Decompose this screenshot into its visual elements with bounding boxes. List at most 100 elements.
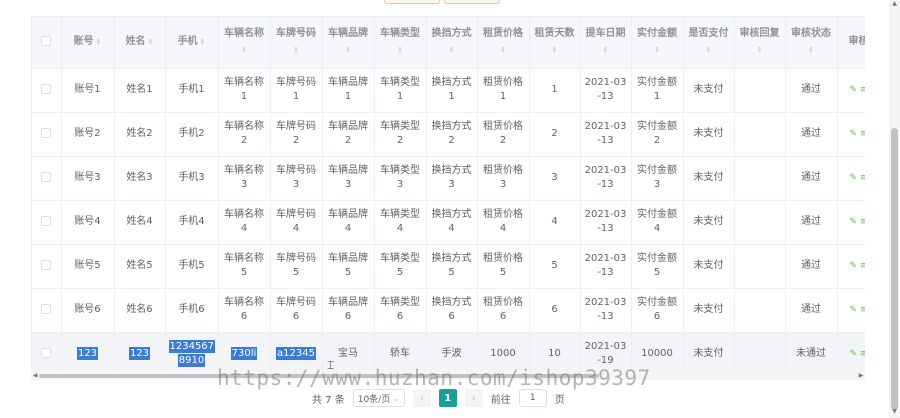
row-checkbox-cell[interactable]	[32, 68, 62, 113]
header-account[interactable]: 账号 ⇕	[61, 17, 115, 69]
cell-text-line: 换挡方式	[431, 121, 472, 132]
cell-review-op[interactable]: ✎ ≡	[837, 332, 865, 372]
row-checkbox[interactable]	[41, 260, 52, 270]
table-row[interactable]: 账号6 姓名6 手机6 车辆名称 6 车牌号码 6 车辆品牌 6 车辆类型 6 换挡方式 6 租赁价格 6 6…	[32, 288, 865, 333]
header-price[interactable]: 租赁价格 ⇕	[477, 17, 530, 69]
page-size-select[interactable]: 10条/页 ⌄	[352, 389, 405, 407]
header-phone-label: 手机	[177, 36, 198, 48]
row-checkbox[interactable]	[41, 216, 52, 226]
table-row[interactable]: 账号2 姓名2 手机2 车辆名称 2 车牌号码 2 车辆品牌 2 车辆类型 2 换挡方式 2 租赁价格 2 2…	[32, 112, 865, 157]
cell-account: 123	[61, 332, 115, 372]
sort-icon[interactable]: ⇕	[96, 35, 102, 49]
row-checkbox-cell[interactable]	[32, 332, 62, 372]
sort-icon[interactable]: ⇕	[148, 35, 154, 49]
row-checkbox[interactable]	[41, 304, 52, 314]
row-checkbox-cell[interactable]	[32, 244, 62, 289]
cell-text-line: 6	[448, 311, 455, 322]
header-gear-label: 换挡方式	[431, 28, 472, 40]
row-checkbox-cell[interactable]	[32, 288, 62, 333]
cell-text: 宝马	[338, 348, 358, 359]
header-name-label: 姓名	[125, 36, 146, 48]
goto-suffix: 页	[554, 394, 565, 406]
table-row[interactable]: 账号1 姓名1 手机1 车辆名称 1 车牌号码 1 车辆品牌 1 车辆类型 1 换挡方式 1 租赁价格 1 1…	[32, 68, 865, 113]
next-page-button[interactable]: ›	[464, 389, 483, 407]
cell-price: 租赁价格 6	[477, 288, 530, 333]
header-is-paid[interactable]: 是否支付 ⇕	[683, 17, 735, 69]
sort-icon[interactable]: ⇕	[533, 43, 577, 57]
sort-icon[interactable]: ⇕	[200, 35, 206, 49]
cell-review-op[interactable]: ✎ ≡	[837, 68, 865, 113]
page-number-button[interactable]: 1	[438, 389, 457, 407]
prev-page-button[interactable]: ‹	[412, 389, 431, 407]
sort-icon[interactable]: ⇕	[635, 43, 680, 57]
row-checkbox[interactable]	[41, 84, 52, 94]
cell-text: 未支付	[693, 216, 724, 227]
cell-text: 123	[128, 347, 151, 360]
sort-icon[interactable]: ⇕	[789, 43, 834, 57]
edit-icon[interactable]: ✎ ≡	[850, 305, 865, 315]
cell-review-op[interactable]: ✎ ≡	[837, 288, 865, 333]
row-checkbox-cell[interactable]	[32, 200, 62, 245]
table-row[interactable]: 账号4 姓名4 手机4 车辆名称 4 车牌号码 4 车辆品牌 4 车辆类型 4 换挡方式 4 租赁价格 4 4…	[32, 200, 865, 245]
cell-review-op[interactable]: ✎ ≡	[837, 112, 865, 157]
sort-icon[interactable]: ⇕	[430, 43, 474, 57]
cell-review-op[interactable]: ✎ ≡	[837, 244, 865, 289]
cell-name: 姓名5	[114, 244, 166, 289]
header-review-status[interactable]: 审核状态 ⇕	[785, 17, 838, 69]
sort-icon[interactable]: ⇕	[481, 43, 526, 57]
cell-text-line: 5	[344, 267, 352, 278]
select-all-checkbox[interactable]	[41, 36, 52, 47]
header-brand[interactable]: 车辆品牌 ⇕	[322, 17, 375, 69]
row-checkbox-cell[interactable]	[32, 156, 62, 201]
cell-pickup-date: 2021-03 -13	[580, 68, 632, 113]
scroll-right-arrow-icon[interactable]: ▶	[857, 372, 865, 380]
data-table: 账号 ⇕ 姓名 ⇕ 手机 ⇕ 车辆名称 ⇕ 车牌号码 ⇕ 车辆品牌 ⇕ 车辆类型 ⇕ 换挡方式…	[32, 17, 865, 372]
top-action-button-1[interactable]	[384, 0, 440, 4]
edit-icon[interactable]: ✎ ≡	[850, 261, 865, 271]
edit-icon[interactable]: ✎ ≡	[850, 217, 865, 227]
sort-icon[interactable]: ⇕	[738, 43, 782, 57]
header-days[interactable]: 租赁天数 ⇕	[529, 17, 581, 69]
row-checkbox[interactable]	[41, 172, 52, 182]
row-checkbox[interactable]	[41, 128, 52, 138]
cell-is-paid: 未支付	[683, 332, 735, 372]
edit-icon[interactable]: ✎ ≡	[850, 349, 865, 359]
page: 账号 ⇕ 姓名 ⇕ 手机 ⇕ 车辆名称 ⇕ 车牌号码 ⇕ 车辆品牌 ⇕ 车辆类型 ⇕ 换挡方式…	[0, 0, 900, 418]
row-checkbox-cell[interactable]	[32, 112, 62, 157]
cell-text-line: 6	[499, 311, 507, 322]
cell-review-op[interactable]: ✎ ≡	[837, 156, 865, 201]
header-gear[interactable]: 换挡方式 ⇕	[426, 17, 478, 69]
header-name[interactable]: 姓名 ⇕	[114, 17, 166, 69]
sort-icon[interactable]: ⇕	[378, 43, 423, 57]
top-action-button-2[interactable]	[444, 0, 500, 4]
cell-text: 5	[551, 260, 558, 271]
header-vehicle-name[interactable]: 车辆名称 ⇕	[218, 17, 271, 69]
header-review-reply[interactable]: 审核回复 ⇕	[734, 17, 786, 69]
sort-icon[interactable]: ⇕	[274, 43, 319, 57]
header-pickup-date[interactable]: 提车日期 ⇕	[580, 17, 632, 69]
table-row[interactable]: 账号3 姓名3 手机3 车辆名称 3 车牌号码 3 车辆品牌 3 车辆类型 3 换挡方式 3 租赁价格 3 3…	[32, 156, 865, 201]
table-row[interactable]: 账号5 姓名5 手机5 车辆名称 5 车牌号码 5 车辆品牌 5 车辆类型 5 换挡方式 5 租赁价格 5 5…	[32, 244, 865, 289]
cell-review-op[interactable]: ✎ ≡	[837, 200, 865, 245]
header-plate[interactable]: 车牌号码 ⇕	[270, 17, 323, 69]
header-phone[interactable]: 手机 ⇕	[165, 17, 219, 69]
sort-icon[interactable]: ⇕	[326, 43, 371, 57]
cell-text-line: 3	[292, 179, 300, 190]
header-vehicle-type[interactable]: 车辆类型 ⇕	[374, 17, 427, 69]
scroll-down-arrow-icon[interactable]: ▼	[889, 408, 900, 418]
edit-icon[interactable]: ✎ ≡	[850, 85, 865, 95]
row-checkbox[interactable]	[41, 348, 52, 358]
vertical-scroll-thumb[interactable]	[891, 128, 898, 410]
sort-icon[interactable]: ⇕	[584, 43, 628, 57]
cell-vehicle-type: 车辆类型 6	[374, 288, 427, 333]
scroll-up-arrow-icon[interactable]: ▲	[889, 0, 900, 10]
select-all-checkbox-cell[interactable]	[32, 17, 62, 69]
edit-icon[interactable]: ✎ ≡	[850, 129, 865, 139]
edit-icon[interactable]: ✎ ≡	[850, 173, 865, 183]
header-paid-amount[interactable]: 实付金额 ⇕	[631, 17, 684, 69]
vertical-scrollbar[interactable]: ▲ ▼	[889, 0, 900, 418]
sort-icon[interactable]: ⇕	[222, 43, 267, 57]
goto-page-input[interactable]: 1	[518, 389, 547, 407]
scroll-left-arrow-icon[interactable]: ◀	[31, 372, 39, 380]
sort-icon[interactable]: ⇕	[687, 43, 731, 57]
